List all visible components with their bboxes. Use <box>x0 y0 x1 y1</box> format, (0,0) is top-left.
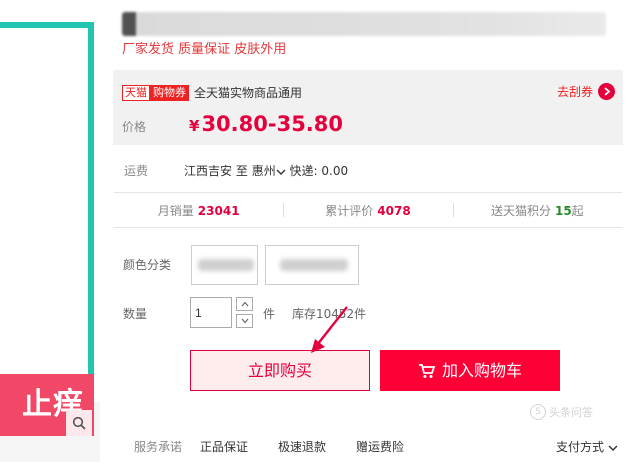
chevron-right-icon <box>598 83 615 100</box>
quantity-unit: 件 <box>263 307 276 321</box>
quantity-input[interactable] <box>190 297 232 328</box>
stat-value: 23041 <box>197 203 240 218</box>
ship-from: 江西吉安 <box>184 164 233 178</box>
zoom-search-icon[interactable] <box>66 410 92 436</box>
shipping-label: 运费 <box>124 164 149 178</box>
stat-total-reviews[interactable]: 累计评价 4078 <box>283 202 452 219</box>
coupon-tag: 购物券 <box>150 84 189 101</box>
sales-stats: 月销量 23041 累计评价 4078 送天猫积分 15起 <box>114 192 622 228</box>
quantity-label: 数量 <box>123 307 148 321</box>
get-coupon-label: 去刮券 <box>556 85 593 99</box>
tmall-tag: 天猫 <box>122 84 150 101</box>
option-text-blurred <box>280 259 348 271</box>
stat-value: 4078 <box>377 203 411 218</box>
watermark-logo-icon: S <box>530 404 546 420</box>
cart-icon <box>418 363 436 378</box>
product-subtitle: 厂家发货 质量保证 皮肤外用 <box>122 42 287 57</box>
product-image-frame <box>0 22 94 402</box>
stat-monthly-sales: 月销量 23041 <box>114 202 283 219</box>
option-text-blurred <box>198 259 254 271</box>
stat-tmall-points: 送天猫积分 15起 <box>452 202 622 219</box>
color-option-2[interactable] <box>265 245 359 285</box>
ship-to-city-select[interactable]: 惠州 <box>252 164 286 178</box>
coupon-row: 天猫 购物券 全天猫实物商品通用 <box>122 84 302 101</box>
get-coupon-link[interactable]: 去刮券 <box>557 83 615 100</box>
stat-label: 月销量 <box>157 203 194 218</box>
service-item[interactable]: 极速退款 <box>278 438 326 455</box>
product-title-blurred <box>122 12 606 36</box>
service-item[interactable]: 正品保证 <box>200 438 248 455</box>
price-value: ¥30.80-35.80 <box>189 112 343 136</box>
color-option-1[interactable] <box>191 245 258 285</box>
quantity-decrease-button[interactable] <box>236 314 253 328</box>
ship-to-word: 至 <box>235 164 248 178</box>
color-label: 颜色分类 <box>123 258 172 272</box>
buy-now-button[interactable]: 立即购买 <box>190 350 370 391</box>
service-label: 服务承诺 <box>134 440 183 454</box>
shipping-method: 快递: 0.00 <box>289 164 349 178</box>
payment-label: 支付方式 <box>556 440 605 454</box>
price-label: 价格 <box>122 120 147 134</box>
add-to-cart-label: 加入购物车 <box>441 361 522 380</box>
price-panel: 天猫 购物券 全天猫实物商品通用 去刮券 价格 ¥30.80-35.80 <box>113 70 623 145</box>
watermark: S 头条问答 <box>530 404 593 420</box>
stat-label: 送天猫积分 <box>490 203 551 218</box>
currency-symbol: ¥ <box>189 117 200 135</box>
chevron-up-icon <box>241 301 248 307</box>
coupon-text: 全天猫实物商品通用 <box>194 86 303 100</box>
quantity-increase-button[interactable] <box>236 297 253 311</box>
stat-value: 15 <box>554 203 572 218</box>
chevron-down-icon <box>608 445 618 451</box>
shipping-info: 江西吉安 至 惠州 快递: 0.00 <box>184 162 348 179</box>
stat-label: 累计评价 <box>325 203 374 218</box>
stat-suffix: 起 <box>571 203 584 218</box>
chevron-down-icon <box>241 318 248 324</box>
price-range: 30.80-35.80 <box>201 112 344 136</box>
service-item[interactable]: 赠运费险 <box>356 438 404 455</box>
add-to-cart-button[interactable]: 加入购物车 <box>380 350 560 391</box>
service-promise-row: 服务承诺 正品保证 极速退款 赠运费险 <box>134 438 434 455</box>
watermark-text: 头条问答 <box>549 406 593 419</box>
chevron-down-icon <box>276 169 286 175</box>
payment-methods-dropdown[interactable]: 支付方式 <box>556 438 618 455</box>
annotation-arrow-icon <box>311 306 348 353</box>
product-image-area[interactable]: 止痒 <box>0 0 100 462</box>
ship-to-city: 惠州 <box>251 164 276 178</box>
